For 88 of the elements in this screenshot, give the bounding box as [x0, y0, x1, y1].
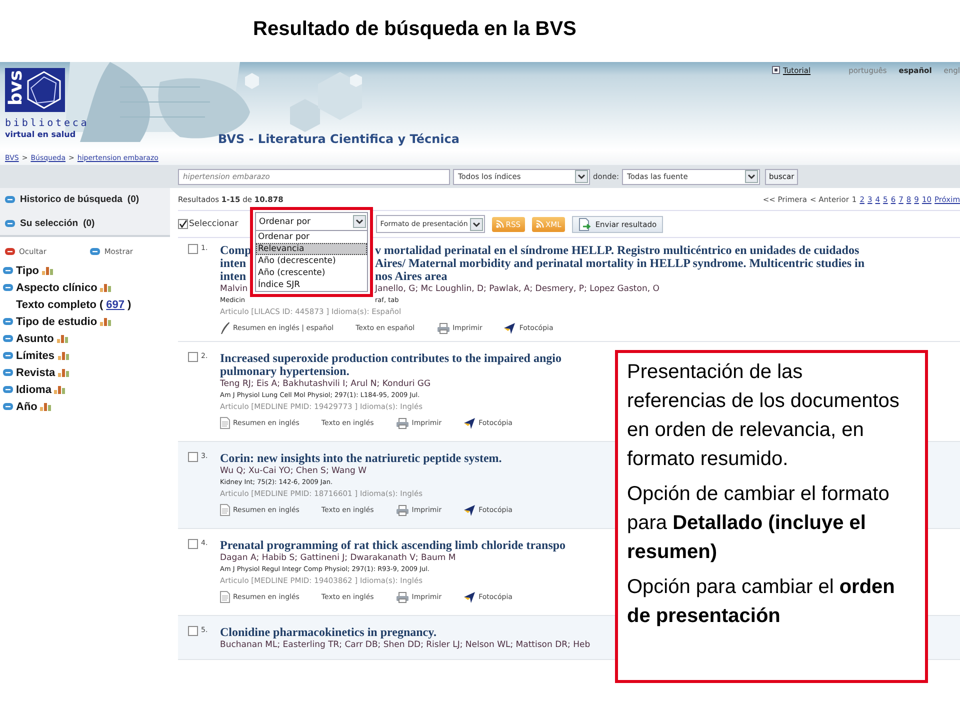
- feed-icon: [496, 220, 504, 228]
- logo-text: virtual en salud: [5, 130, 76, 140]
- bar-chart-icon: [58, 368, 70, 377]
- printer-icon: [396, 592, 409, 602]
- callout-text: Presentación de las referencias de los documentos en orden de relevancia, en formato resumido.: [627, 360, 900, 472]
- bar-chart-icon: [100, 283, 112, 292]
- facet-count: (: [99, 298, 104, 310]
- dropdown-option[interactable]: Año (decrescente): [256, 255, 367, 267]
- authors-line: Teng RJ; Eis A; Bakhutashvili I; Arul N; Konduri GG: [220, 378, 431, 390]
- title-line-fragment: Comp: [220, 244, 252, 257]
- facet-link[interactable]: Año: [16, 400, 38, 412]
- bar-chart-icon: [42, 266, 54, 275]
- facet-link[interactable]: Tipo: [16, 264, 40, 276]
- selection-link[interactable]: Su selección: [20, 218, 78, 229]
- site-title: BVS - Literatura Cientifica y Técnica: [218, 132, 460, 146]
- feed-icon: [536, 220, 544, 228]
- bullet-icon: [3, 369, 13, 376]
- arrow-icon: [504, 322, 516, 334]
- printer-icon: [436, 322, 450, 334]
- sort-select[interactable]: Ordenar por: [255, 212, 368, 231]
- arrow-icon: [464, 418, 476, 428]
- bullet-icon: [3, 318, 13, 325]
- facet-link[interactable]: Asunto: [16, 332, 54, 344]
- facet-count: ): [128, 298, 132, 310]
- bullet-icon: [3, 403, 13, 410]
- facet-link[interactable]: Idioma: [16, 384, 52, 396]
- facet-link[interactable]: Tipo de estudio: [16, 316, 98, 328]
- arrow-icon: [464, 504, 476, 516]
- title-line-fragment: Aires/ Maternal morbidity and perinatal mortality in HELLP syndrome. Multicentric studies in: [375, 257, 865, 270]
- document-icon: [220, 417, 230, 429]
- bar-chart-icon: [100, 317, 112, 326]
- title-line-fragment: inten: [220, 257, 246, 270]
- title-line[interactable]: Increased superoxide production contributes to the impaired angio: [220, 352, 562, 365]
- bullet-icon: [3, 335, 13, 342]
- title-line-fragment: v mortalidad perinatal en el síndrome HELLP. Registro multicéntrico en unidades de cuidados: [375, 244, 860, 257]
- title-line-fragment: nos Aires area: [375, 270, 448, 283]
- bullet-icon: [3, 267, 13, 274]
- item-count: (0): [127, 194, 140, 205]
- callout-text: Opción para cambiar el orden de presentación: [627, 575, 896, 629]
- dropdown-option[interactable]: Ordenar por: [256, 231, 367, 243]
- caret-icon: [470, 218, 483, 230]
- bullet-icon: [3, 386, 13, 393]
- title-line[interactable]: Corin: new insights into the natriuretic peptide system.: [220, 452, 502, 465]
- pen-icon: [220, 321, 230, 335]
- item-count: (0): [83, 218, 95, 229]
- authors-line: Dagan A; Habib S; Gattineni J; Dwarakanath V; Baum M: [220, 552, 456, 564]
- bar-chart-icon: [58, 351, 69, 360]
- arrow-icon: [464, 592, 476, 602]
- bar-chart-icon: [40, 402, 52, 411]
- facet-link[interactable]: Límites: [16, 350, 55, 362]
- bullet-icon: [5, 220, 15, 227]
- title-line-fragment: inten: [220, 270, 246, 283]
- title-line[interactable]: Clonidine pharmacokinetics in pregnancy.: [220, 626, 436, 639]
- title-line[interactable]: Prenatal programming of rat thick ascending limb chloride transpo: [220, 539, 566, 552]
- bullet-icon: [3, 284, 13, 291]
- facet-link[interactable]: Revista: [16, 366, 56, 378]
- bar-chart-icon: [54, 385, 66, 394]
- logo-text: biblioteca: [5, 118, 90, 130]
- history-link[interactable]: Historico de búsqueda: [20, 194, 122, 205]
- authors-line-fragment: Janello, G; Mc Loughlin, D; Pawlak, A; Desmery, P; Lopez Gaston, O: [375, 283, 660, 295]
- facet-link[interactable]: Aspecto clínico: [16, 282, 98, 294]
- bullet-icon: [3, 352, 13, 359]
- authors-line: Wu Q; Xu-Cai YO; Chen S; Wang W: [220, 465, 366, 477]
- document-icon: [220, 591, 230, 603]
- title-line[interactable]: pulmonary hypertension.: [220, 365, 350, 378]
- authors-line-fragment: Malvin: [220, 283, 248, 295]
- caret-icon: [745, 170, 758, 183]
- document-icon: [220, 504, 230, 516]
- dropdown-option[interactable]: Año (crescente): [256, 267, 367, 279]
- tutorial-icon: [772, 66, 780, 74]
- count-link[interactable]: 697: [106, 298, 125, 310]
- bar-chart-icon: [56, 334, 68, 343]
- hexagon-icon: [25, 70, 63, 110]
- dropdown-option[interactable]: Relevancia: [256, 243, 367, 255]
- bullet-icon: [5, 248, 15, 255]
- printer-icon: [396, 504, 409, 516]
- bullet-icon: [90, 248, 100, 255]
- facet-label: Texto completo: [16, 298, 96, 310]
- callout-text: Opción de cambiar el formato para Detallado (incluye el resumen): [627, 482, 890, 565]
- caret-icon: [575, 170, 588, 183]
- dropdown-option[interactable]: Índice SJR: [256, 279, 367, 291]
- send-icon: [578, 218, 592, 230]
- authors-line: Buchanan ML; Easterling TR; Carr DB; Shen DD; Risler LJ; Nelson WL; Mattison DR; Heb: [220, 639, 590, 651]
- bullet-icon: [5, 196, 15, 203]
- printer-icon: [396, 418, 409, 428]
- slide-title: Resultado de búsqueda en la BVS: [253, 17, 576, 41]
- checkbox-label: Seleccionar: [189, 219, 238, 229]
- caret-icon: [353, 215, 366, 228]
